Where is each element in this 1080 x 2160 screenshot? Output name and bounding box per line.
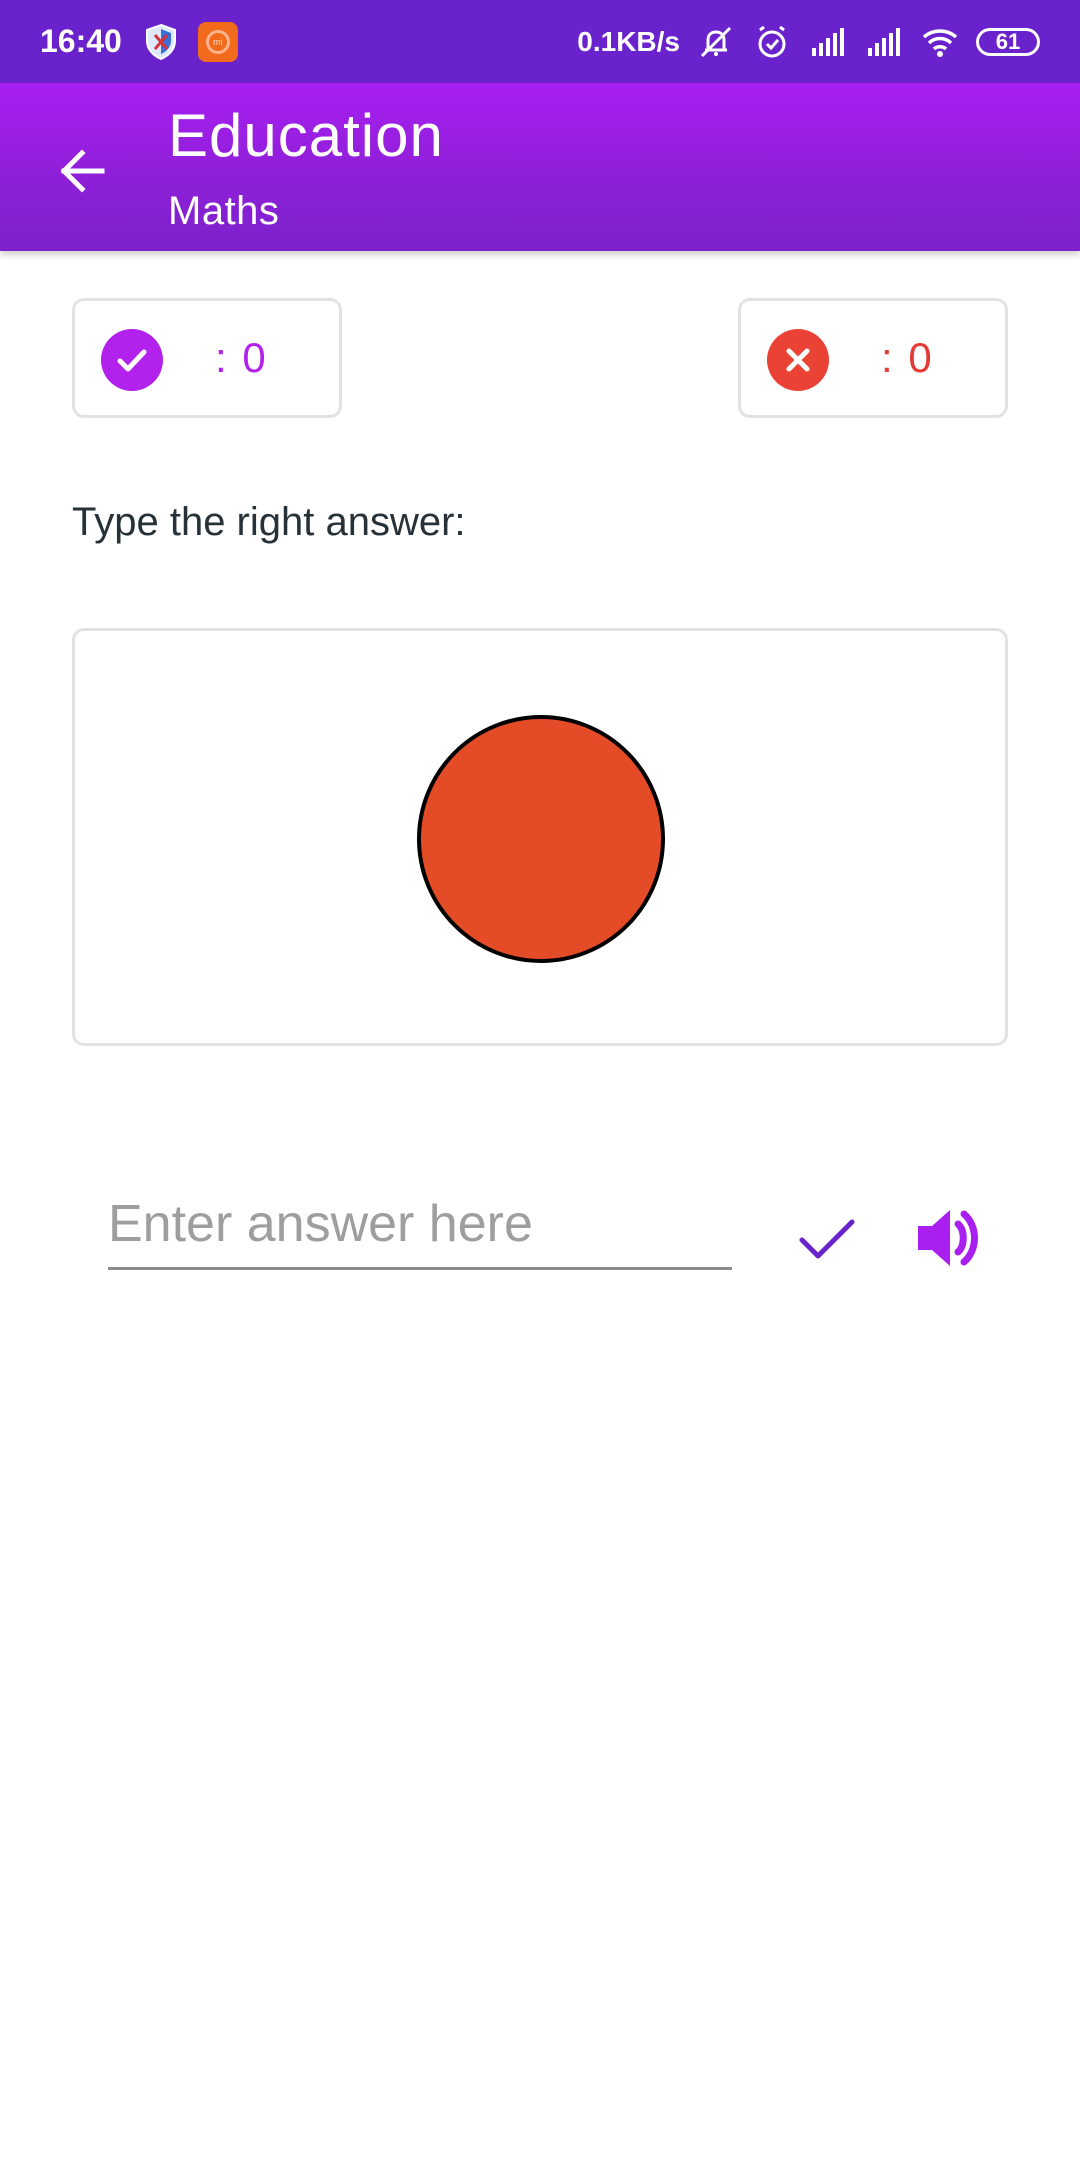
battery-icon: 61 [976, 27, 1040, 56]
circle-shape-figure [417, 715, 665, 963]
signal-icon [868, 27, 900, 56]
status-right-group: 0.1KB/s 61 [577, 22, 1040, 62]
wrong-score-card: : 0 [738, 298, 1008, 418]
mute-icon [700, 26, 732, 57]
page-title: Education [168, 102, 444, 169]
wifi-icon [922, 28, 958, 57]
arrow-left-icon[interactable] [52, 139, 116, 203]
close-circle-icon [767, 329, 829, 391]
circle-shape [417, 715, 665, 963]
check-circle-icon [101, 329, 163, 391]
speaker-icon[interactable] [912, 1200, 988, 1276]
battery-level: 61 [995, 28, 1021, 54]
question-figure-card [72, 628, 1008, 1046]
status-time: 16:40 [40, 23, 122, 59]
question-prompt: Type the right answer: [72, 500, 466, 544]
correct-score-card: : 0 [72, 298, 342, 418]
app-bar: Education Maths [0, 83, 1080, 251]
status-notification-icons: mi [144, 21, 238, 62]
mi-app-icon: mi [197, 21, 238, 62]
shield-app-icon [145, 23, 176, 60]
wrong-count: : 0 [881, 334, 934, 381]
alarm-icon [758, 25, 786, 57]
network-speed: 0.1KB/s [577, 25, 680, 57]
check-icon[interactable] [796, 1208, 858, 1270]
answer-input[interactable] [108, 1180, 732, 1270]
correct-count: : 0 [215, 334, 268, 381]
status-bar: 16:40 mi 0.1KB/s 61 [0, 0, 1080, 83]
signal-icon [812, 27, 844, 56]
page-subtitle: Maths [168, 189, 280, 233]
